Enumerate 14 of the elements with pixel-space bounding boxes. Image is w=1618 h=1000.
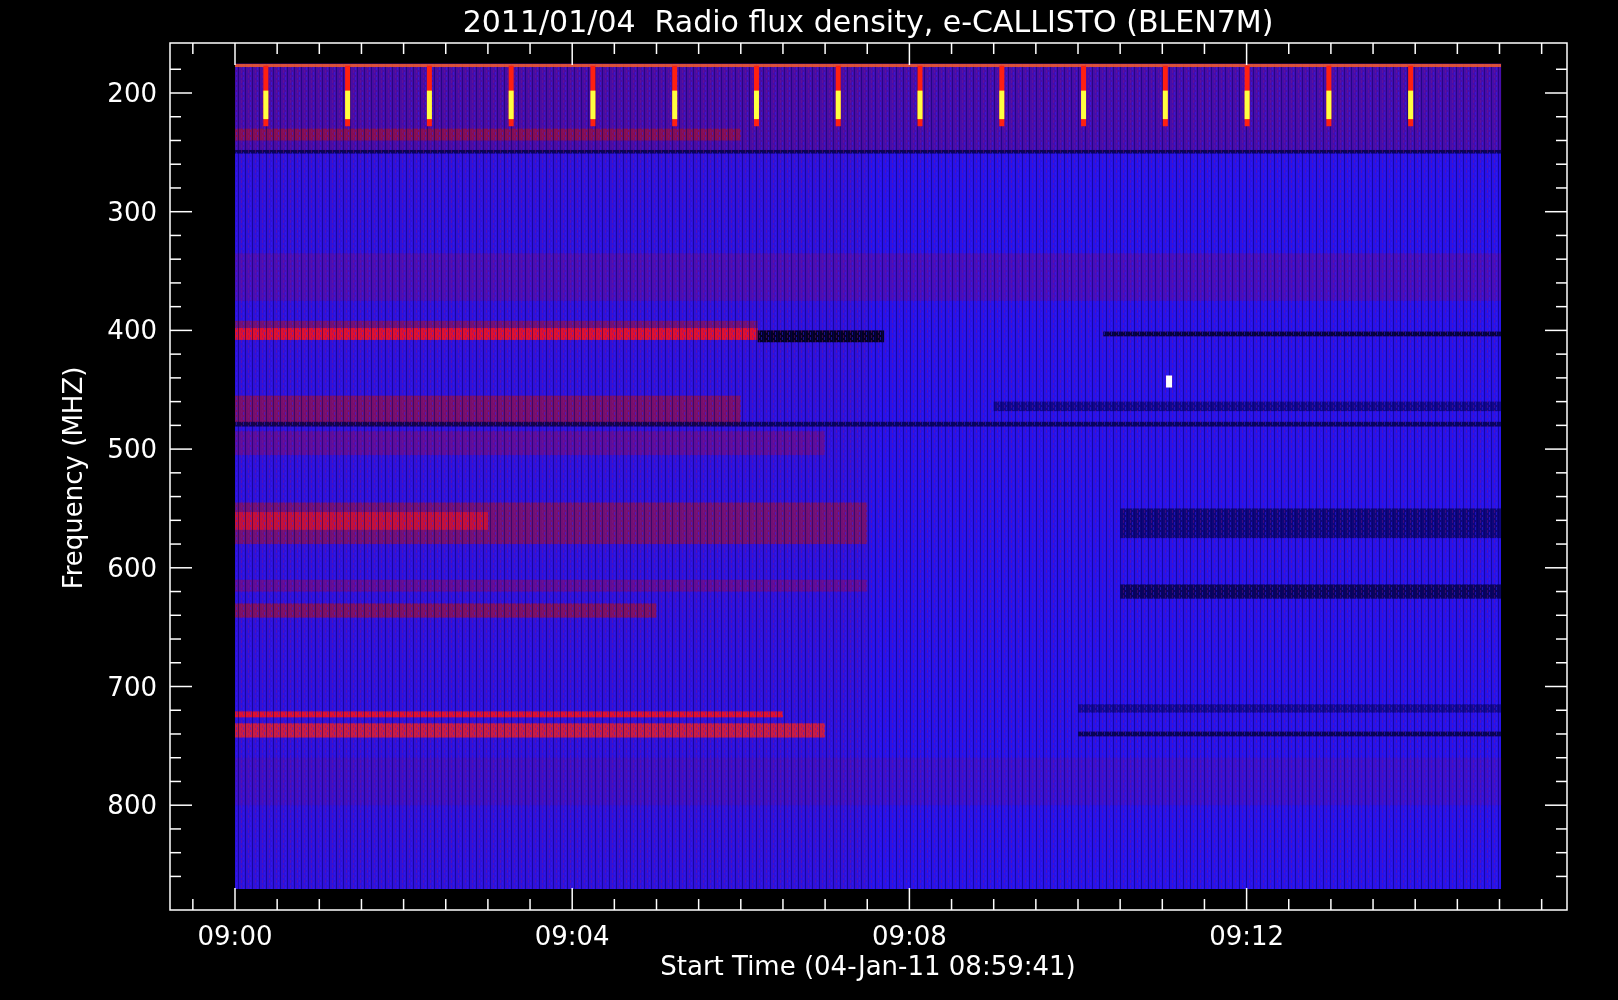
tick-label: 800 [107, 790, 157, 821]
tick-label: 300 [107, 196, 157, 227]
tick-label: 09:08 [871, 921, 947, 951]
tick-label: 400 [107, 315, 157, 346]
tick-label: 09:04 [534, 921, 610, 951]
axis-label: Frequency (MHZ) [58, 366, 88, 590]
axis-label: Start Time (04-Jan-11 08:59:41) [660, 951, 1076, 981]
tick-label: 700 [107, 671, 157, 702]
tick-label: 09:00 [197, 921, 273, 951]
tick-label: 200 [107, 78, 157, 108]
tick-label: 600 [107, 552, 157, 583]
plot-title: 2011/01/04 Radio flux density, e-CALLISTO (BLEN7M) [462, 4, 1274, 39]
tick-label: 500 [107, 434, 157, 465]
tick-label: 09:12 [1209, 921, 1285, 951]
